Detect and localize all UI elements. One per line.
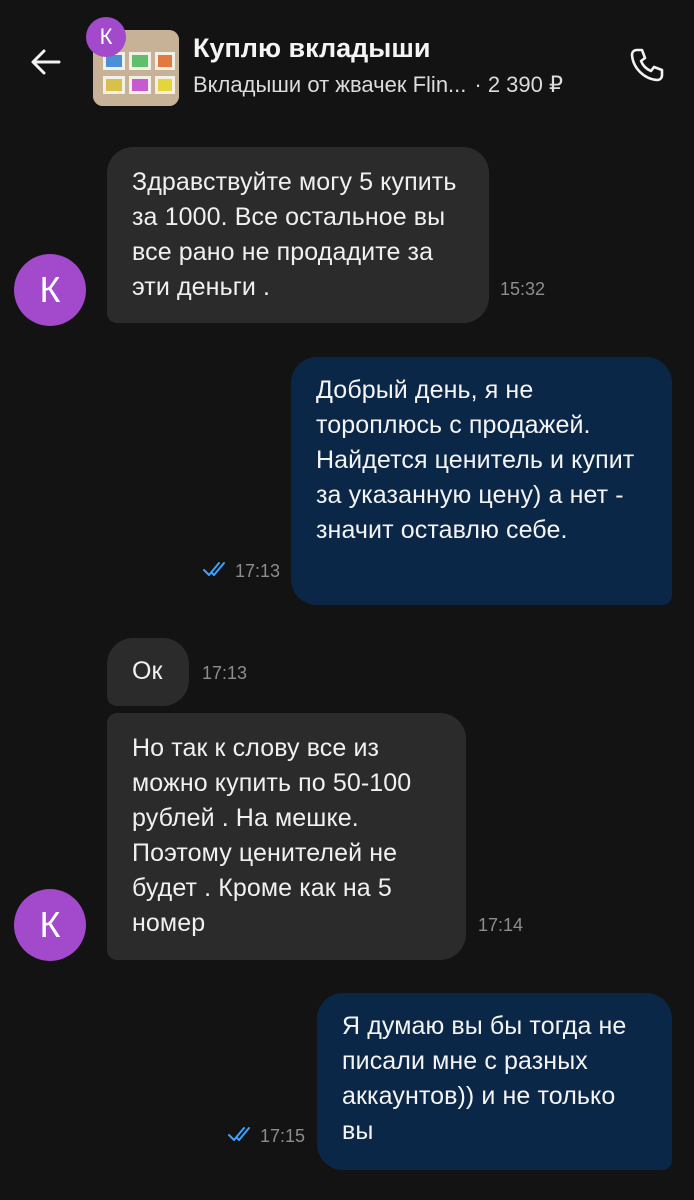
- double-check-icon: [228, 1127, 250, 1141]
- listing-info[interactable]: Вкладыши от жвачек Flin... · 2 390 ₽: [193, 72, 563, 98]
- call-button[interactable]: [622, 40, 672, 90]
- listing-price: · 2 390 ₽: [474, 72, 563, 97]
- sender-avatar[interactable]: К: [14, 254, 86, 326]
- arrow-left-icon: [31, 49, 61, 75]
- message-time: 17:14: [478, 915, 524, 935]
- message-time: 15:32: [500, 279, 546, 299]
- listing-name: Вкладыши от жвачек Flin...: [193, 72, 467, 97]
- message-bubble-outgoing[interactable]: Я думаю вы бы тогда не писали мне с разн…: [317, 993, 672, 1170]
- message-bubble-incoming[interactable]: Ок: [107, 638, 189, 706]
- chat-title[interactable]: Куплю вкладыши: [193, 33, 430, 64]
- message-text: Добрый день, я не тороплюсь с продажей. …: [316, 376, 635, 544]
- message-text: Здравствуйте могу 5 купить за 1000. Все …: [132, 168, 457, 301]
- sender-avatar[interactable]: К: [14, 889, 86, 961]
- message-time: 17:13: [202, 663, 248, 683]
- double-check-icon: [203, 562, 225, 576]
- phone-icon: [630, 48, 664, 82]
- message-bubble-incoming[interactable]: Здравствуйте могу 5 купить за 1000. Все …: [107, 147, 489, 323]
- seller-avatar-small: К: [86, 17, 126, 57]
- message-time: 17:15: [260, 1126, 306, 1146]
- message-bubble-incoming[interactable]: Но так к слову все из можно купить по 50…: [107, 713, 466, 960]
- message-time: 17:13: [235, 561, 281, 581]
- message-text: Ок: [132, 657, 163, 685]
- message-text: Я думаю вы бы тогда не писали мне с разн…: [342, 1012, 627, 1145]
- message-bubble-outgoing[interactable]: Добрый день, я не тороплюсь с продажей. …: [291, 357, 672, 605]
- chat-header: К Куплю вкладыши Вкладыши от жвачек Flin…: [0, 0, 694, 130]
- message-text: Но так к слову все из можно купить по 50…: [132, 734, 412, 937]
- back-button[interactable]: [24, 40, 68, 84]
